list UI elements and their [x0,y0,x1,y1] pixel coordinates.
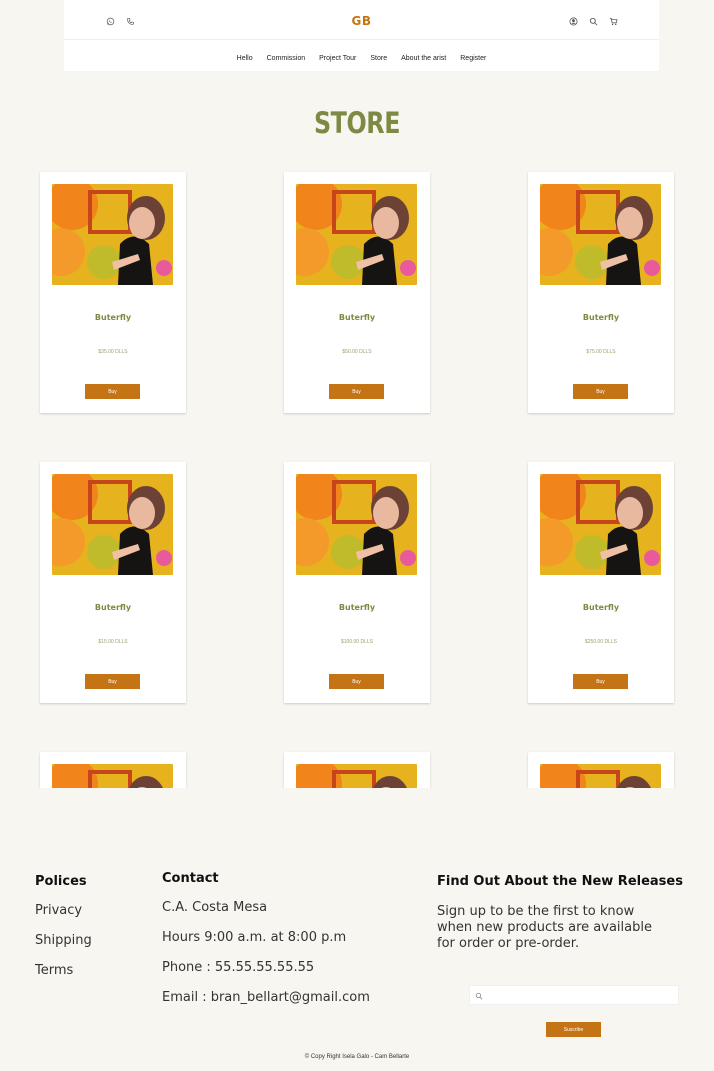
footer-policies: Polices Privacy Shipping Terms [35,874,92,978]
product-card[interactable]: Buterfly $35.00 DLLS Buy [40,172,186,413]
page-title: STORE [313,106,401,140]
product-price: $100.00 DLLS [341,639,373,645]
product-image[interactable] [296,474,417,575]
product-grid: Buterfly $35.00 DLLS Buy Buterfly $50.00… [0,160,714,788]
product-name: Buterfly [338,603,376,612]
contact-address: C.A. Costa Mesa [162,900,268,915]
nav-hello[interactable]: Hello [237,55,253,62]
newsletter-email-input[interactable] [469,985,679,1005]
newsletter-text: Sign up to be the first to know when new… [437,904,697,952]
product-card[interactable] [528,752,674,788]
product-name: Buterfly [582,603,620,612]
contact-email: Email : bran_bellart@gmail.com [162,990,370,1005]
newsletter-heading: Find Out About the New Releases [437,874,683,889]
nav-about[interactable]: About the arist [401,55,446,62]
contact-phone: Phone : 55.55.55.55.55 [162,960,315,975]
buy-button[interactable]: Buy [85,384,140,399]
product-name: Buterfly [338,313,376,322]
product-image[interactable] [540,764,661,788]
cart-icon[interactable] [608,16,618,26]
product-image[interactable] [540,184,661,285]
contact-heading: Contact [162,871,219,886]
newsletter-text-line: for order or pre-order. [437,936,580,951]
product-card[interactable]: Buterfly $15.00 DLLS Buy [40,462,186,703]
policies-heading: Polices [35,874,87,889]
product-image[interactable] [296,184,417,285]
product-image[interactable] [52,184,173,285]
subscribe-button[interactable]: Suscribe [546,1022,601,1037]
header-top-bar: GB [64,0,659,40]
product-card[interactable] [284,752,430,788]
product-image[interactable] [540,474,661,575]
product-price: $35.00 DLLS [98,349,128,355]
product-price: $75.00 DLLS [586,349,616,355]
newsletter-text-line: Sign up to be the first to know [437,904,635,919]
search-icon [474,991,484,1001]
product-card[interactable]: Buterfly $100.00 DLLS Buy [284,462,430,703]
buy-button[interactable]: Buy [573,384,628,399]
nav-project-tour[interactable]: Project Tour [319,55,356,62]
buy-button[interactable]: Buy [329,384,384,399]
product-name: Buterfly [94,603,132,612]
copyright-text: © Copy Right Isela Galo - Cam Bellarte [304,1054,410,1060]
product-card[interactable]: Buterfly $250.00 DLLS Buy [528,462,674,703]
product-price: $250.00 DLLS [585,639,617,645]
nav-store[interactable]: Store [370,55,387,62]
search-icon[interactable] [588,16,598,26]
privacy-link[interactable]: Privacy [35,903,92,918]
user-icon[interactable] [568,16,578,26]
shipping-link[interactable]: Shipping [35,933,92,948]
nav-commission[interactable]: Commission [267,55,306,62]
product-card[interactable] [40,752,186,788]
buy-button[interactable]: Buy [85,674,140,689]
site-header: GB Hello Commission Project Tour Store A… [64,0,659,71]
contact-hours: Hours 9:00 a.m. at 8:00 p.m [162,930,347,945]
nav-register[interactable]: Register [460,55,486,62]
product-image[interactable] [296,764,417,788]
terms-link[interactable]: Terms [35,963,92,978]
newsletter-text-line: when new products are available [437,920,652,935]
product-card[interactable]: Buterfly $75.00 DLLS Buy [528,172,674,413]
footer-newsletter: Find Out About the New Releases Sign up … [437,874,697,952]
main-nav: Hello Commission Project Tour Store Abou… [64,40,659,62]
buy-button[interactable]: Buy [329,674,384,689]
product-price: $50.00 DLLS [342,349,372,355]
product-image[interactable] [52,764,173,788]
footer-contact: Contact C.A. Costa Mesa Hours 9:00 a.m. … [162,871,370,1005]
product-image[interactable] [52,474,173,575]
product-card[interactable]: Buterfly $50.00 DLLS Buy [284,172,430,413]
product-name: Buterfly [94,313,132,322]
buy-button[interactable]: Buy [573,674,628,689]
product-price: $15.00 DLLS [98,639,128,645]
product-name: Buterfly [582,313,620,322]
